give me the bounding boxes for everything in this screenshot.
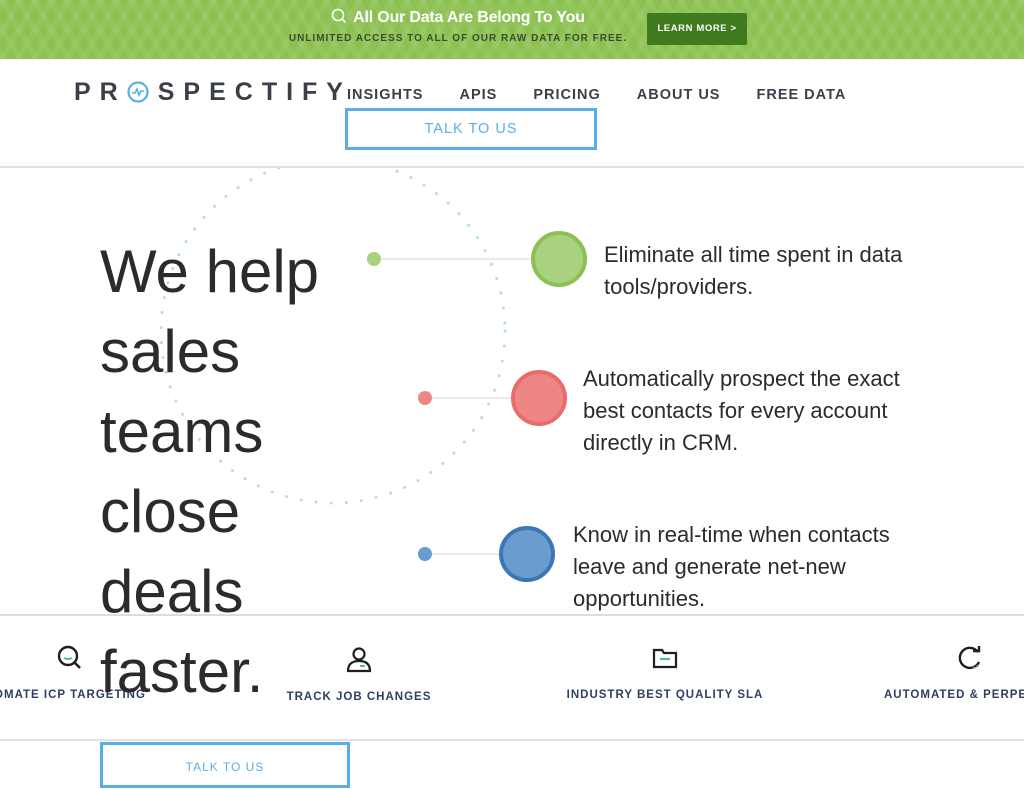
nav-about-us[interactable]: ABOUT US [637,87,721,103]
logo-text-start: PR [74,77,127,106]
headline-line: teams [100,398,264,465]
headline-line: faster. [100,638,264,705]
promo-banner: All Our Data Are Belong To You UNLIMITED… [0,0,1024,59]
learn-more-button[interactable]: LEARN MORE > [647,13,747,45]
nav-apis[interactable]: APIS [459,87,497,103]
benefit-line: directly in CRM. [583,430,739,455]
headline-line: deals [100,558,244,625]
benefit-line: opportunities. [573,586,706,611]
benefit-line: Know in real-time when contacts [573,522,890,547]
headline-line: close [100,478,241,545]
feature-label: AUTOMATED & PERPET [884,689,1024,701]
site-header: PR SPECTIFY INSIGHTS APIS PRICING ABOUT … [0,59,1024,168]
benefit-line: leave and generate net-new [573,554,846,579]
main-nav: INSIGHTS APIS PRICING ABOUT US FREE DATA [347,87,882,103]
benefit-line: tools/providers. [604,274,754,299]
benefit-line: best contacts for every account [583,398,888,423]
refresh-icon [956,644,1024,677]
headline-line: sales [100,318,241,385]
talk-to-us-button[interactable]: TALK TO US [345,108,597,150]
benefit-line: Eliminate all time spent in data [604,242,903,267]
hero-headline: We help sales teams close deals faster. [100,232,360,712]
feature-quality-sla: INDUSTRY BEST QUALITY SLA [560,644,770,703]
prospectify-logo[interactable]: PR SPECTIFY [74,78,352,106]
feature-automated: AUTOMATED & PERPET [884,644,1024,703]
feature-label: INDUSTRY BEST QUALITY SLA [566,689,764,701]
folder-icon [560,644,770,677]
chat-search-icon [331,8,347,29]
logo-text-end: SPECTIFY [157,77,352,106]
logo-chart-icon [127,81,149,103]
banner-subtitle: UNLIMITED ACCESS TO ALL OF OUR RAW DATA … [288,33,628,44]
benefit-realtime: Know in real-time when contacts leave an… [573,519,890,614]
headline-line: We help [100,238,320,305]
banner-title-text: All Our Data Are Belong To You [353,9,585,26]
benefit-line: Automatically prospect the exact [583,366,900,391]
nav-free-data[interactable]: FREE DATA [756,87,846,103]
benefit-prospect: Automatically prospect the exact best co… [583,363,900,459]
benefit-eliminate: Eliminate all time spent in data tools/p… [604,239,902,303]
hero-talk-to-us-button[interactable]: TALK TO US [100,742,350,788]
nav-insights[interactable]: INSIGHTS [347,87,423,103]
banner-title: All Our Data Are Belong To You [0,8,916,29]
nav-pricing[interactable]: PRICING [533,87,600,103]
